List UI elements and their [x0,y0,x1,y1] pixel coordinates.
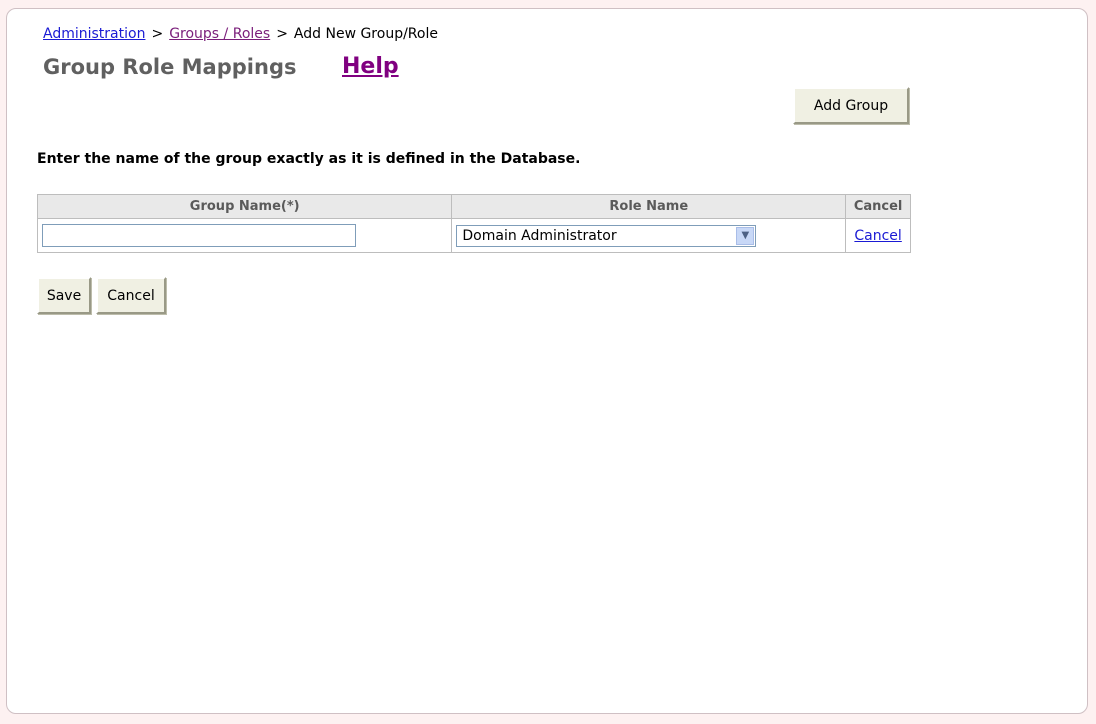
row-cancel-link[interactable]: Cancel [854,228,901,244]
table-header-row: Group Name(*) Role Name Cancel [36,194,911,219]
save-button[interactable]: Save [37,277,91,314]
breadcrumb-current: Add New Group/Role [293,26,438,42]
breadcrumb-administration-link[interactable]: Administration [43,26,145,42]
header-role-name: Role Name [451,194,847,219]
main-panel: Administration > Groups / Roles > Add New Gr… [6,8,1088,714]
role-name-select[interactable]: Domain Administrator ▼ [456,224,757,247]
breadcrumb-groups-roles-link[interactable]: Groups / Roles [169,26,270,42]
role-name-cell: Domain Administrator ▼ [451,218,847,253]
cancel-button[interactable]: Cancel [96,277,166,314]
table-row: Domain Administrator ▼ Cancel [36,218,911,253]
breadcrumb: Administration > Groups / Roles > Add New Gr… [43,26,438,42]
help-link[interactable]: Help [342,54,399,79]
role-name-selected-value: Domain Administrator [462,227,617,244]
group-role-table: Group Name(*) Role Name Cancel Domain Ad… [36,194,911,253]
page-title: Group Role Mappings [43,55,297,79]
instruction-text: Enter the name of the group exactly as i… [37,151,581,167]
cancel-cell: Cancel [845,218,911,253]
header-group-name: Group Name(*) [36,194,453,219]
breadcrumb-separator: > [276,26,288,42]
breadcrumb-separator: > [151,26,164,42]
add-group-button[interactable]: Add Group [793,87,909,124]
group-name-input[interactable] [42,224,356,247]
header-cancel: Cancel [845,194,911,219]
chevron-down-icon[interactable]: ▼ [736,226,755,245]
group-name-cell [36,218,453,253]
